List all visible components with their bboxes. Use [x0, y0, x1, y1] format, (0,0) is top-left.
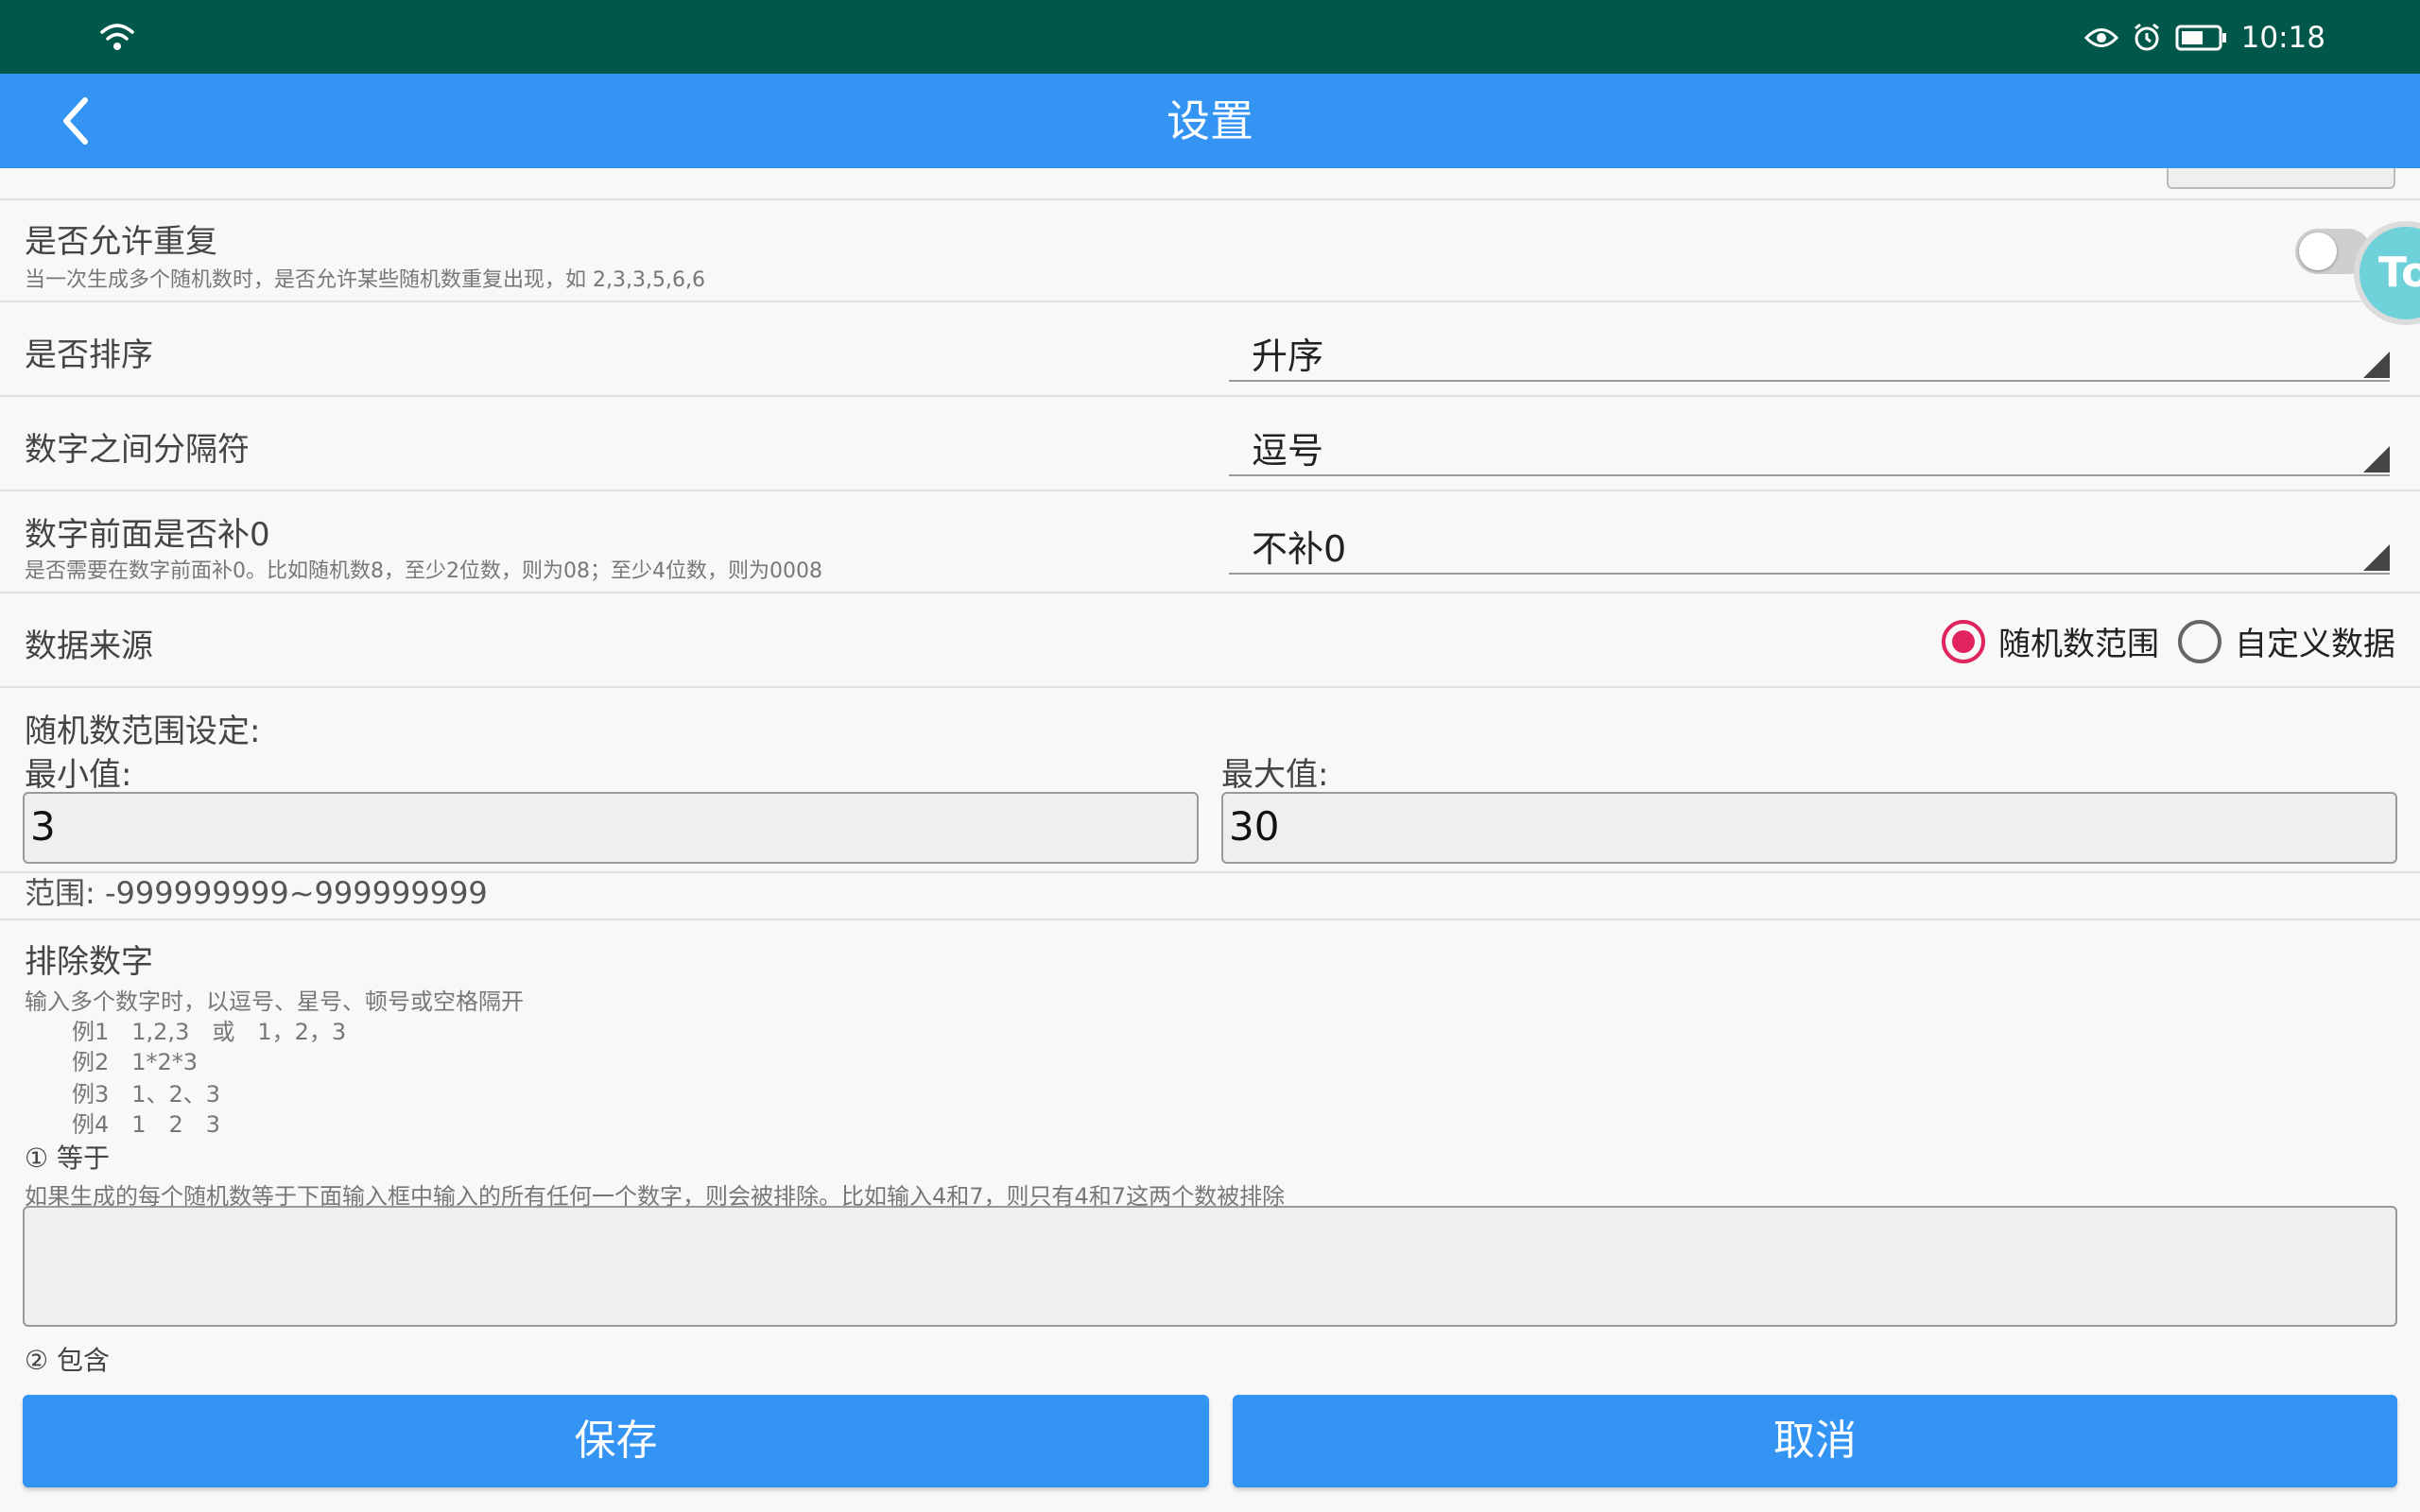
max-value-input[interactable]: 30 [1221, 792, 2397, 864]
exclude-example-3: 例3 1、2、3 [72, 1081, 221, 1108]
sort-select-value: 升序 [1252, 335, 1324, 377]
equals-label: ① 等于 [25, 1143, 111, 1174]
battery-icon [2175, 25, 2226, 51]
settings-content[interactable]: 是否允许重复 当一次生成多个随机数时，是否允许某些随机数重复出现，如 2,3,3… [0, 168, 2420, 1387]
sort-select[interactable]: 升序 [1229, 314, 2390, 382]
radio-custom-data-label[interactable]: 自定义数据 [2235, 618, 2395, 664]
contains-label: ② 包含 [25, 1345, 111, 1376]
save-button[interactable]: 保存 [23, 1395, 1209, 1487]
radio-random-range-label[interactable]: 随机数范围 [1998, 618, 2159, 664]
min-label: 最小值: [25, 756, 132, 794]
range-title: 随机数范围设定: [25, 713, 261, 750]
setting-sort: 是否排序 升序 [0, 302, 2420, 397]
separator-select[interactable]: 逗号 [1229, 408, 2390, 476]
separator-label: 数字之间分隔符 [25, 431, 250, 469]
alarm-icon [2134, 23, 2159, 51]
cancel-button[interactable]: 取消 [1233, 1395, 2397, 1487]
dropdown-corner-icon [2363, 544, 2390, 571]
clock-time: 10:18 [2240, 21, 2325, 55]
dropdown-corner-icon [2363, 446, 2390, 472]
min-value-input[interactable]: 3 [23, 792, 1199, 864]
page-title: 设置 [1167, 95, 1253, 146]
section-divider [0, 919, 2420, 920]
exclude-example-4: 例4 1 2 3 [72, 1111, 221, 1138]
data-source-label: 数据来源 [25, 627, 153, 665]
exclude-example-1: 例1 1,2,3 或 1，2，3 [72, 1019, 347, 1045]
setting-separator: 数字之间分隔符 逗号 [0, 397, 2420, 491]
app-bar: 设置 [0, 74, 2420, 168]
row-divider-top [0, 168, 2420, 200]
status-bar: 10:18 [0, 0, 2420, 74]
wifi-icon [100, 24, 134, 50]
setting-data-source: 数据来源 随机数范围 自定义数据 [0, 593, 2420, 688]
toggle-knob [2299, 232, 2337, 270]
min-value: 3 [30, 803, 56, 850]
allow-repeat-label: 是否允许重复 [25, 223, 217, 261]
max-label: 最大值: [1221, 756, 1329, 794]
allow-repeat-description: 当一次生成多个随机数时，是否允许某些随机数重复出现，如 2,3,3,5,6,6 [25, 268, 705, 292]
setting-range: 随机数范围设定: 最小值: 最大值: 3 30 [0, 688, 2420, 873]
radio-custom-data[interactable] [2178, 619, 2221, 663]
sort-label: 是否排序 [25, 336, 153, 374]
eye-icon [2083, 28, 2118, 47]
setting-zero-pad: 数字前面是否补0 是否需要在数字前面补0。比如随机数8，至少2位数，则为08；至… [0, 491, 2420, 593]
setting-allow-repeat: 是否允许重复 当一次生成多个随机数时，是否允许某些随机数重复出现，如 2,3,3… [0, 200, 2420, 302]
zero-pad-label: 数字前面是否补0 [25, 516, 270, 554]
range-hint: 范围: -999999999~999999999 [25, 875, 488, 911]
separator-select-value: 逗号 [1252, 430, 1324, 472]
equals-textarea[interactable] [23, 1206, 2397, 1327]
data-source-radio-group: 随机数范围 自定义数据 [1942, 618, 2395, 664]
dropdown-corner-icon [2363, 352, 2390, 378]
max-value: 30 [1229, 803, 1280, 850]
zero-pad-select-value: 不补0 [1252, 528, 1347, 570]
zero-pad-description: 是否需要在数字前面补0。比如随机数8，至少2位数，则为08；至少4位数，则为00… [25, 559, 822, 583]
exclude-example-2: 例2 1*2*3 [72, 1049, 199, 1075]
exclude-description: 输入多个数字时，以逗号、星号、顿号或空格隔开 [25, 988, 524, 1015]
radio-random-range[interactable] [1942, 619, 1985, 663]
exclude-title: 排除数字 [25, 943, 153, 981]
zero-pad-select[interactable]: 不补0 [1229, 507, 2390, 575]
